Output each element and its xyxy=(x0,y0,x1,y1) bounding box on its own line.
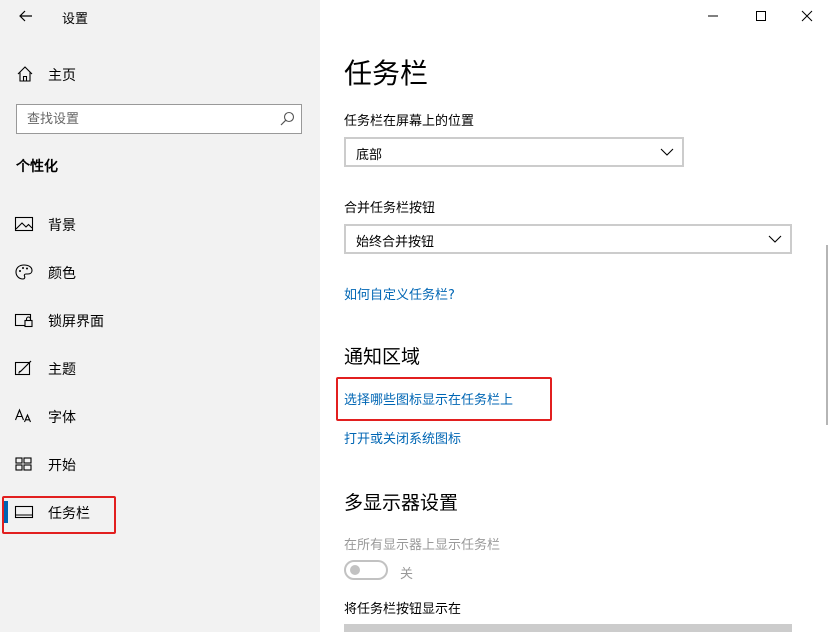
highlight-box-taskbar xyxy=(2,496,116,534)
sidebar-item-lock-screen[interactable]: 锁屏界面 xyxy=(0,302,320,338)
back-button[interactable] xyxy=(12,4,40,28)
show-buttons-dropdown[interactable] xyxy=(344,624,792,632)
toggle-state-label: 关 xyxy=(400,567,414,582)
notification-area-heading: 通知区域 xyxy=(344,346,421,368)
home-label: 主页 xyxy=(48,68,76,84)
palette-icon xyxy=(15,264,33,280)
search-input[interactable] xyxy=(17,105,287,133)
sidebar-item-background[interactable]: 背景 xyxy=(0,206,320,242)
main-panel: 任务栏 任务栏在屏幕上的位置 底部 合并任务栏按钮 始终合并按钮 如何自定义任务… xyxy=(320,0,830,632)
scrollbar[interactable] xyxy=(826,245,828,425)
close-icon xyxy=(801,10,813,22)
customize-taskbar-link[interactable]: 如何自定义任务栏? xyxy=(344,284,455,303)
maximize-button[interactable] xyxy=(738,0,784,32)
sidebar-item-label: 颜色 xyxy=(48,266,76,282)
show-all-displays-toggle[interactable] xyxy=(344,560,388,580)
sidebar-item-label: 锁屏界面 xyxy=(48,314,104,330)
combine-label: 合并任务栏按钮 xyxy=(344,201,436,216)
lock-screen-icon xyxy=(14,313,33,328)
sidebar-item-label: 主题 xyxy=(48,362,76,378)
sidebar-item-start[interactable]: 开始 xyxy=(0,446,320,482)
highlight-box-select-icons xyxy=(336,377,552,421)
font-icon xyxy=(14,408,32,423)
sidebar-item-home[interactable]: 主页 xyxy=(0,58,320,90)
position-dropdown[interactable]: 底部 xyxy=(344,137,684,167)
image-icon xyxy=(14,216,34,232)
home-icon xyxy=(17,66,33,82)
minimize-button[interactable] xyxy=(690,0,736,32)
chevron-down-icon xyxy=(660,148,674,156)
sidebar: 设置 主页 个性化 背景 颜色 xyxy=(0,0,320,632)
position-label: 任务栏在屏幕上的位置 xyxy=(344,114,475,129)
sidebar-item-label: 背景 xyxy=(48,218,76,234)
show-buttons-label: 将任务栏按钮显示在 xyxy=(344,602,462,617)
search-box[interactable] xyxy=(16,104,302,134)
combine-dropdown[interactable]: 始终合并按钮 xyxy=(344,224,792,254)
minimize-icon xyxy=(708,15,718,17)
theme-brush-icon xyxy=(14,360,32,376)
sidebar-item-label: 字体 xyxy=(48,410,76,426)
page-title: 任务栏 xyxy=(344,57,429,90)
sidebar-item-label: 开始 xyxy=(48,458,76,474)
position-value: 底部 xyxy=(356,148,383,163)
system-icons-link[interactable]: 打开或关闭系统图标 xyxy=(344,428,461,447)
sidebar-item-fonts[interactable]: 字体 xyxy=(0,398,320,434)
section-title: 个性化 xyxy=(16,159,58,175)
close-button[interactable] xyxy=(784,0,830,32)
multi-display-heading: 多显示器设置 xyxy=(344,492,459,514)
chevron-down-icon xyxy=(768,235,782,243)
maximize-icon xyxy=(756,11,766,21)
search-icon[interactable] xyxy=(279,111,295,127)
combine-value: 始终合并按钮 xyxy=(356,235,435,250)
show-all-displays-label: 在所有显示器上显示任务栏 xyxy=(344,538,501,553)
sidebar-item-colors[interactable]: 颜色 xyxy=(0,254,320,290)
app-title: 设置 xyxy=(62,12,89,27)
toggle-knob xyxy=(350,565,360,575)
sidebar-item-themes[interactable]: 主题 xyxy=(0,350,320,386)
start-grid-icon xyxy=(15,457,32,471)
back-arrow-icon xyxy=(19,10,32,22)
